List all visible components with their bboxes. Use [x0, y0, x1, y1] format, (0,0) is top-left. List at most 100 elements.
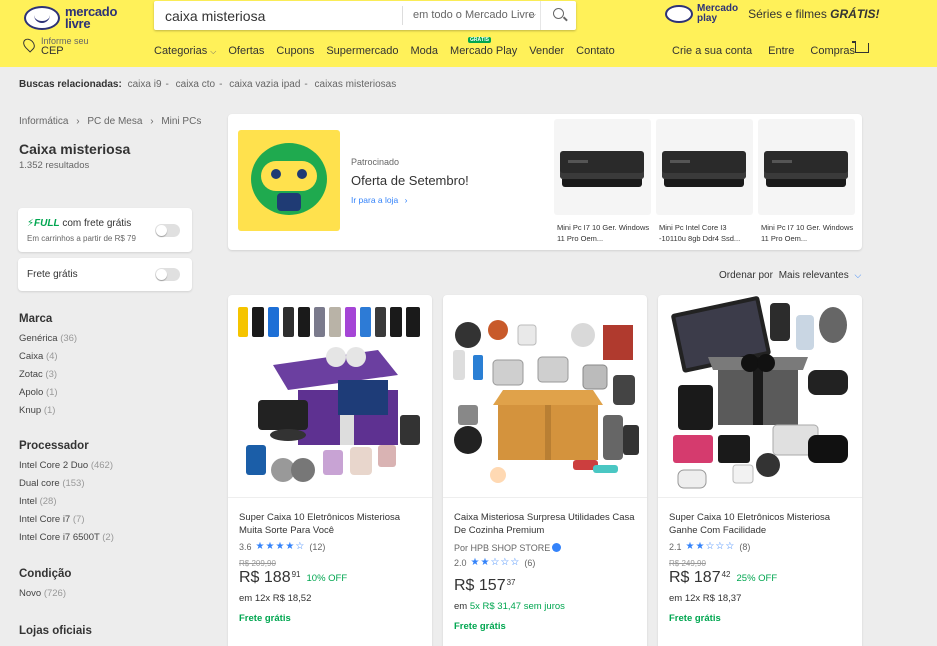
location-selector[interactable]: Informe seu CEP — [20, 36, 89, 57]
free-shipping-toggle[interactable] — [155, 268, 180, 281]
filter-option[interactable]: Zotac (3) — [19, 369, 77, 387]
filter-section-title: Lojas oficiais — [19, 625, 92, 637]
filter-section-official-stores: Lojas oficiais — [19, 625, 92, 645]
breadcrumb-item[interactable]: Informática — [19, 116, 68, 127]
product-card[interactable]: Super Caixa 10 Eletrônicos Misteriosa Ga… — [658, 295, 862, 646]
sponsored-product-title: Mini Pc Intel Core I3 -10110u 8gb Ddr4 S… — [659, 223, 741, 243]
free-shipping-label: Frete grátis — [27, 269, 78, 280]
filter-option[interactable]: Intel Core i7 6500T (2) — [19, 532, 114, 550]
sponsored-label: Patrocinado — [351, 157, 400, 167]
full-shipping-filter[interactable]: ⚡FULL com frete grátis Em carrinhos a pa… — [18, 208, 192, 252]
product-rating: 2.1 ★★☆☆☆ (8) — [669, 541, 853, 552]
nav-vender[interactable]: Vender — [529, 45, 564, 57]
product-title[interactable]: Caixa Misteriosa Surpresa Utilidades Cas… — [454, 511, 638, 537]
nav-mercado-play[interactable]: GRÁTIS Mercado Play — [450, 37, 518, 57]
go-to-store-link[interactable]: Ir para a loja › — [351, 195, 407, 205]
banner-title: Oferta de Setembro! — [351, 173, 469, 188]
related-item[interactable]: caixas misteriosas — [315, 79, 397, 90]
sponsored-product[interactable]: Mini Pc I7 10 Ger. Windows 11 Pro Oem... — [554, 119, 651, 244]
installments: em 12x R$ 18,37 — [669, 593, 742, 604]
filter-option[interactable]: Intel (28) — [19, 496, 114, 514]
mplay-promo-text: Séries e filmes — [748, 7, 827, 21]
breadcrumb-item[interactable]: Mini PCs — [161, 116, 201, 127]
nav-ofertas[interactable]: Ofertas — [228, 45, 264, 57]
discount-badge: 10% OFF — [306, 573, 348, 584]
related-item[interactable]: caixa vazia ipad — [229, 79, 300, 90]
sort-label: Ordenar por — [719, 270, 773, 281]
price-cents: 42 — [721, 570, 731, 579]
full-toggle[interactable] — [155, 224, 180, 237]
product-rating: 2.0 ★★☆☆☆ (6) — [454, 557, 638, 568]
purchases-link[interactable]: Compras — [810, 45, 855, 57]
cart-icon[interactable] — [852, 41, 869, 53]
handshake-logo-icon — [24, 6, 60, 30]
top-header: mercado livre em todo o Mercado Livre ⌵ … — [0, 0, 937, 67]
filter-option[interactable]: Novo (726) — [19, 588, 71, 606]
breadcrumb: Informática › PC de Mesa › Mini PCs — [19, 116, 202, 127]
login-link[interactable]: Entre — [768, 45, 794, 57]
filter-option[interactable]: Knup (1) — [19, 405, 77, 423]
filter-section-condition: Condição Novo (726) — [19, 568, 71, 606]
nav-moda[interactable]: Moda — [411, 45, 439, 57]
full-logo: ⚡FULL — [27, 218, 60, 229]
filter-option[interactable]: Genérica (36) — [19, 333, 77, 351]
filter-option[interactable]: Apolo (1) — [19, 387, 77, 405]
nav-contato[interactable]: Contato — [576, 45, 615, 57]
mercado-livre-logo[interactable]: mercado livre — [24, 3, 134, 33]
search-scope-select[interactable]: em todo o Mercado Livre ⌵ — [402, 6, 542, 25]
nav-mercado-play-label: Mercado Play — [450, 45, 518, 57]
sort-value: Mais relevantes — [778, 270, 849, 281]
review-count: (6) — [524, 557, 536, 568]
filter-section-title: Processador — [19, 440, 89, 452]
filter-option[interactable]: Caixa (4) — [19, 351, 77, 369]
mercado-play-promo[interactable]: Mercado play Séries e filmes GRÁTIS! — [665, 4, 880, 24]
review-count: (8) — [739, 541, 751, 552]
shipping-label: Frete grátis — [669, 613, 721, 624]
nav-categorias[interactable]: Categorias ⌵ — [154, 45, 216, 57]
product-card[interactable]: Caixa Misteriosa Surpresa Utilidades Cas… — [443, 295, 647, 646]
search-input[interactable] — [165, 8, 395, 24]
product-title[interactable]: Super Caixa 10 Eletrônicos Misteriosa Ga… — [669, 511, 853, 537]
sponsored-product[interactable]: Mini Pc Intel Core I3 -10110u 8gb Ddr4 S… — [656, 119, 753, 244]
related-item[interactable]: caixa i9 — [128, 79, 162, 90]
filter-section-title: Marca — [19, 313, 53, 325]
product-card[interactable]: Super Caixa 10 Eletrônicos Misteriosa Mu… — [228, 295, 432, 646]
product-image[interactable] — [228, 295, 432, 498]
product-rating: 3.6 ★★★★☆ (12) — [239, 541, 423, 552]
verified-badge-icon — [552, 543, 562, 552]
product-image[interactable] — [658, 295, 862, 498]
product-image — [656, 119, 753, 215]
filter-option[interactable]: Intel Core 2 Duo (462) — [19, 460, 114, 478]
filter-option[interactable]: Dual core (153) — [19, 478, 114, 496]
related-item[interactable]: caixa cto — [176, 79, 215, 90]
related-searches: Buscas relacionadas: caixa i9- caixa cto… — [19, 79, 397, 90]
store-logo[interactable] — [238, 130, 340, 231]
search-scope-label: em todo o Mercado Livre — [413, 9, 535, 21]
rating-value: 2.1 — [669, 541, 682, 552]
filter-section-processor: Processador Intel Core 2 Duo (462) Dual … — [19, 440, 114, 550]
product-title[interactable]: Super Caixa 10 Eletrônicos Misteriosa Mu… — [239, 511, 423, 537]
product-image — [554, 119, 651, 215]
page-title: Caixa misteriosa — [19, 141, 131, 157]
result-count: 1.352 resultados — [19, 160, 90, 171]
free-badge: GRÁTIS — [468, 37, 491, 43]
free-shipping-filter[interactable]: Frete grátis — [18, 258, 192, 291]
nav-cupons[interactable]: Cupons — [276, 45, 314, 57]
create-account-link[interactable]: Crie a sua conta — [672, 45, 752, 57]
mplay-line-2: play — [697, 13, 718, 24]
breadcrumb-item[interactable]: PC de Mesa — [87, 116, 142, 127]
chevron-down-icon: ⌵ — [854, 270, 862, 280]
full-filter-sub: Em carrinhos a partir de R$ 79 — [27, 234, 136, 243]
related-label: Buscas relacionadas: — [19, 79, 122, 90]
filter-option[interactable]: Intel Core i7 (7) — [19, 514, 114, 532]
sort-selector[interactable]: Ordenar por Mais relevantes ⌵ — [719, 270, 861, 281]
star-rating-icon: ★★☆☆☆ — [470, 557, 521, 568]
shipping-label: Frete grátis — [454, 621, 506, 632]
product-image[interactable] — [443, 295, 647, 498]
nav-supermercado[interactable]: Supermercado — [326, 45, 398, 57]
sponsored-product[interactable]: Mini Pc I7 10 Ger. Windows 11 Pro Oem... — [758, 119, 855, 244]
seller-name[interactable]: Por HPB SHOP STORE — [454, 543, 638, 553]
sponsored-banner[interactable]: Patrocinado Oferta de Setembro! Ir para … — [228, 114, 862, 250]
price: R$ 157 — [454, 577, 506, 594]
search-button[interactable] — [540, 1, 576, 30]
